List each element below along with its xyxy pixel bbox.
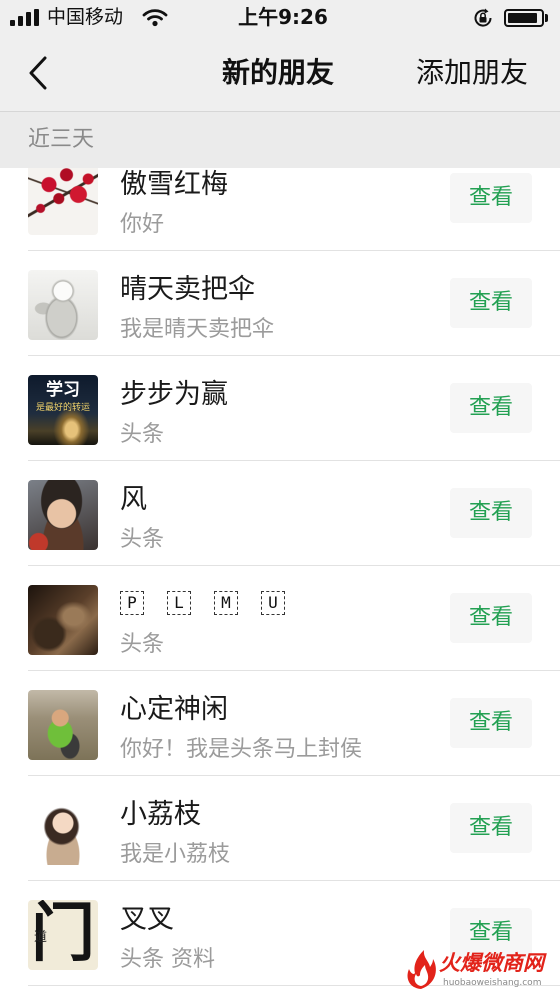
- watermark: 火爆微商网 huobaoweishang.com: [403, 946, 557, 993]
- name-letter: U: [261, 591, 285, 615]
- status-bar: 中国移动 上午9:26: [0, 0, 560, 35]
- friend-name: 晴天卖把伞: [120, 274, 255, 305]
- friend-request-row[interactable]: 晴天卖把伞 我是晴天卖把伞 查看: [0, 251, 560, 356]
- friend-request-list-content: 傲雪红梅 你好 查看 晴天卖把伞 我是晴天卖把伞 查看 学习 是最好的转运 步步…: [0, 168, 560, 986]
- view-button[interactable]: 查看: [450, 803, 532, 853]
- friend-message: 你好！我是头条马上封侯: [120, 737, 363, 762]
- battery-icon: [504, 9, 544, 27]
- friend-message: 我是小荔枝: [120, 842, 231, 867]
- avatar[interactable]: [28, 585, 98, 655]
- friend-name: 心定神闲: [120, 694, 228, 725]
- friend-request-row[interactable]: 学习 是最好的转运 步步为赢 头条 查看: [0, 356, 560, 461]
- friend-message: 你好: [120, 212, 165, 237]
- friend-message: 头条: [120, 632, 165, 657]
- add-friend-button[interactable]: 添加朋友: [416, 35, 528, 111]
- name-letter: L: [167, 591, 191, 615]
- avatar[interactable]: [28, 480, 98, 550]
- view-button[interactable]: 查看: [450, 698, 532, 748]
- watermark-brand: 火爆微商网: [439, 951, 544, 975]
- avatar[interactable]: 门 道: [28, 900, 98, 970]
- friend-message: 头条 资料: [120, 947, 215, 972]
- watermark-url: huobaoweishang.com: [443, 978, 542, 988]
- avatar-calligraphy-small: 道: [34, 930, 48, 945]
- avatar-subcaption: 是最好的转运: [35, 403, 90, 413]
- navigation-bar: 新的朋友 添加朋友: [0, 35, 560, 112]
- view-button[interactable]: 查看: [450, 488, 532, 538]
- friend-request-row[interactable]: 傲雪红梅 你好 查看: [0, 168, 560, 251]
- view-button[interactable]: 查看: [450, 278, 532, 328]
- friend-request-row[interactable]: 小荔枝 我是小荔枝 查看: [0, 776, 560, 881]
- avatar[interactable]: [28, 690, 98, 760]
- avatar[interactable]: [28, 795, 98, 865]
- avatar[interactable]: 学习 是最好的转运: [28, 375, 98, 445]
- battery-nub: [545, 14, 548, 22]
- name-letter: P: [120, 591, 144, 615]
- friend-message: 头条: [120, 422, 165, 447]
- friend-request-row[interactable]: P L M U 头条 查看: [0, 566, 560, 671]
- friend-name: 叉叉: [120, 904, 174, 935]
- friend-request-list[interactable]: 傲雪红梅 你好 查看 晴天卖把伞 我是晴天卖把伞 查看 学习 是最好的转运 步步…: [0, 168, 560, 994]
- orientation-lock-icon: [474, 8, 492, 27]
- section-header: 近三天: [0, 112, 560, 168]
- view-button[interactable]: 查看: [450, 593, 532, 643]
- flame-logo-icon: [407, 950, 436, 989]
- friend-name: 风: [120, 484, 147, 515]
- friend-request-row[interactable]: 心定神闲 你好！我是头条马上封侯 查看: [0, 671, 560, 776]
- friend-message: 我是晴天卖把伞: [120, 317, 275, 342]
- friend-message: 头条: [120, 527, 165, 552]
- view-button[interactable]: 查看: [450, 173, 532, 223]
- friend-request-row[interactable]: 风 头条 查看: [0, 461, 560, 566]
- view-button[interactable]: 查看: [450, 383, 532, 433]
- avatar[interactable]: [28, 168, 98, 235]
- avatar-caption: 学习: [46, 380, 80, 400]
- name-letter: M: [214, 591, 238, 615]
- friend-name: 小荔枝: [120, 799, 201, 830]
- avatar[interactable]: [28, 270, 98, 340]
- friend-name: 步步为赢: [120, 379, 228, 410]
- new-friends-screen: 中国移动 上午9:26 新的朋友 添加朋友 近三天 傲雪红梅 你好 查看 晴天卖…: [0, 0, 560, 994]
- friend-name: P L M U: [120, 590, 308, 616]
- battery-fill: [508, 13, 537, 23]
- friend-name: 傲雪红梅: [120, 169, 228, 200]
